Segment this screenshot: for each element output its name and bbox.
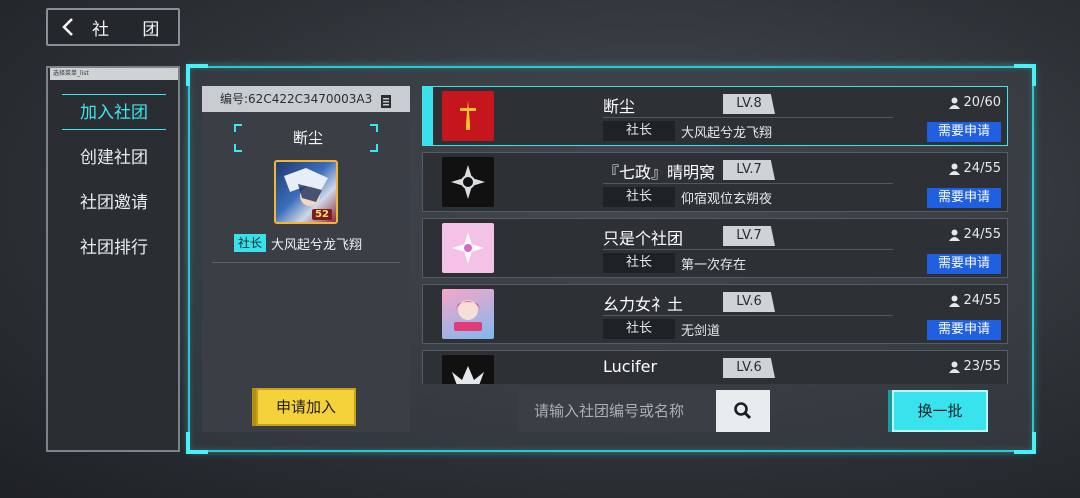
page-title: 社 团 (92, 19, 174, 40)
club-row[interactable]: Lucifer LV.6 23/55 (422, 350, 1008, 384)
club-code-bar: 编号:62C422C3470003A3 (202, 86, 410, 112)
refresh-batch-button[interactable]: 换一批 (892, 390, 988, 432)
club-row[interactable]: 只是个社团 LV.7 社长 第一次存在 24/55 需要申请 (422, 218, 1008, 278)
leader-role-tag: 社长 (234, 234, 267, 252)
apply-join-button[interactable]: 申请加入 (256, 388, 356, 426)
club-detail-panel: 编号:62C422C3470003A3 断尘 52 社长 大风起兮龙飞翔 申请加… (202, 86, 410, 432)
leader-role: 社长 (603, 319, 675, 339)
person-icon (948, 97, 960, 109)
member-count: 20/60 (948, 95, 1001, 110)
leader-row: 社长 大风起兮龙飞翔 (234, 234, 363, 253)
member-count-text: 24/55 (963, 161, 1001, 176)
leader-role: 社长 (603, 187, 675, 207)
menu-caption: 选择菜单_list (50, 68, 178, 80)
frame-corner (186, 64, 208, 86)
club-name: 只是个社团 (603, 229, 684, 248)
club-name: 断尘 (292, 129, 323, 147)
club-search: 请输入社团编号或名称 (518, 390, 770, 432)
person-icon (948, 163, 960, 175)
member-count-text: 24/55 (963, 293, 1001, 308)
club-row[interactable]: 断尘 LV.8 社长 大风起兮龙飞翔 20/60 需要申请 (422, 86, 1008, 146)
club-code: 编号:62C422C3470003A3 (220, 92, 373, 106)
menu-item-join-club[interactable]: 加入社团 (62, 94, 166, 130)
club-name: 断尘 (603, 97, 636, 116)
selection-accent (423, 87, 433, 145)
row-divider (603, 117, 893, 118)
row-divider (603, 315, 893, 316)
club-name: Lucifer (603, 357, 658, 376)
menu-item-club-invites[interactable]: 社团邀请 (62, 185, 166, 221)
row-divider (603, 249, 893, 250)
person-icon (948, 295, 960, 307)
member-count: 24/55 (948, 227, 1001, 242)
chevron-left-icon (48, 17, 88, 37)
request-required-button[interactable]: 需要申请 (927, 320, 1001, 340)
leader-name: 无剑道 (681, 324, 721, 339)
club-row[interactable]: 幺力女礻土 LV.6 社长 无剑道 24/55 需要申请 (422, 284, 1008, 344)
club-name: 幺力女礻土 (603, 295, 684, 314)
club-list: 断尘 LV.8 社长 大风起兮龙飞翔 20/60 需要申请 『七政』晴明窝 LV… (422, 86, 1008, 384)
club-row[interactable]: 『七政』晴明窝 LV.7 社长 仰宿观位玄朔夜 24/55 需要申请 (422, 152, 1008, 212)
leader-name: 大风起兮龙飞翔 (681, 126, 773, 141)
divider (212, 262, 400, 263)
frame-corner (1014, 64, 1036, 86)
menu-item-create-club[interactable]: 创建社团 (62, 140, 166, 176)
leader-role: 社长 (603, 121, 675, 141)
leader-role: 社长 (603, 253, 675, 273)
person-icon (948, 361, 960, 373)
club-level: LV.7 (723, 160, 775, 180)
search-icon (734, 402, 752, 420)
member-count: 24/55 (948, 161, 1001, 176)
frame-corner (1014, 432, 1036, 454)
club-emblem-compass-icon (442, 157, 494, 207)
member-count: 24/55 (948, 293, 1001, 308)
club-emblem-flower-icon (442, 223, 494, 273)
search-button[interactable] (716, 390, 770, 432)
request-required-button[interactable]: 需要申请 (927, 254, 1001, 274)
club-level: LV.8 (723, 94, 775, 114)
club-name: 『七政』晴明窝 (603, 163, 716, 182)
row-divider (603, 183, 893, 184)
leader-name: 大风起兮龙飞翔 (271, 237, 363, 253)
club-emblem-sword-icon (442, 91, 494, 141)
frame-corner (186, 432, 208, 454)
person-icon (948, 229, 960, 241)
club-level: LV.6 (723, 358, 775, 378)
club-level: LV.6 (723, 292, 775, 312)
club-level: LV.7 (723, 226, 775, 246)
club-emblem-wings-icon (442, 355, 494, 384)
search-input[interactable]: 请输入社团编号或名称 (518, 390, 716, 432)
menu-item-club-ranking[interactable]: 社团排行 (62, 230, 166, 266)
member-count-text: 20/60 (963, 95, 1001, 110)
request-required-button[interactable]: 需要申请 (927, 122, 1001, 142)
avatar-level-badge: 52 (312, 209, 332, 220)
leader-avatar: 52 (274, 160, 338, 224)
club-emblem-anime-icon (442, 289, 494, 339)
copy-icon[interactable] (380, 92, 392, 118)
leader-name: 第一次存在 (681, 258, 747, 273)
back-button[interactable]: 社 团 (46, 8, 180, 46)
leader-name: 仰宿观位玄朔夜 (681, 192, 773, 207)
side-menu: 选择菜单_list 加入社团 创建社团 社团邀请 社团排行 (46, 66, 180, 452)
member-count-text: 23/55 (963, 359, 1001, 374)
request-required-button[interactable]: 需要申请 (927, 188, 1001, 208)
member-count-text: 24/55 (963, 227, 1001, 242)
member-count: 23/55 (948, 359, 1001, 374)
